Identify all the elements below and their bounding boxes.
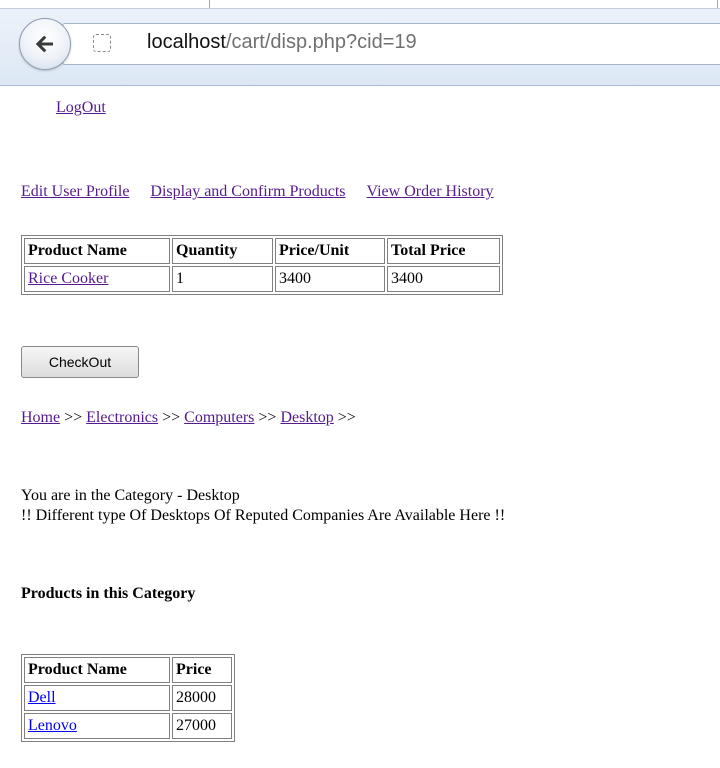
column-header: Product Name [24, 657, 170, 683]
browser-toolbar: localhost/cart/disp.php?cid=19 [0, 0, 720, 86]
product-link-lenovo[interactable]: Lenovo [28, 717, 77, 734]
table-row: Rice Cooker 1 3400 3400 [24, 266, 500, 292]
address-text[interactable]: localhost/cart/disp.php?cid=19 [147, 31, 417, 54]
column-header: Quantity [172, 238, 273, 264]
breadcrumb-separator: >> [337, 409, 356, 426]
table-row: Lenovo 27000 [24, 713, 232, 739]
logout-link[interactable]: LogOut [56, 99, 106, 117]
product-name-cell: Lenovo [24, 713, 170, 739]
breadcrumb-separator: >> [162, 409, 181, 426]
checkout-button[interactable]: CheckOut [21, 346, 139, 378]
column-header: Product Name [24, 238, 170, 264]
back-button[interactable] [19, 18, 71, 70]
column-header: Price [172, 657, 232, 683]
table-header-row: Product Name Price [24, 657, 232, 683]
product-price-cell: 27000 [172, 713, 232, 739]
view-order-history-link[interactable]: View Order History [367, 183, 494, 200]
products-table: Product Name Price Dell 28000 Lenovo 270… [21, 654, 235, 742]
cart-product-cell: Rice Cooker [24, 266, 170, 292]
breadcrumb-separator: >> [64, 409, 83, 426]
product-link-dell[interactable]: Dell [28, 689, 56, 706]
page-icon [93, 34, 111, 52]
product-name-cell: Dell [24, 685, 170, 711]
breadcrumb-electronics[interactable]: Electronics [86, 409, 158, 426]
column-header: Total Price [387, 238, 500, 264]
breadcrumb-desktop[interactable]: Desktop [280, 409, 333, 426]
breadcrumb-computers[interactable]: Computers [184, 409, 254, 426]
category-description: You are in the Category - Desktop !! Dif… [21, 486, 505, 526]
address-bar[interactable]: localhost/cart/disp.php?cid=19 [62, 23, 720, 65]
category-title: You are in the Category - Desktop [21, 487, 240, 504]
breadcrumb-separator: >> [258, 409, 277, 426]
cart-table: Product Name Quantity Price/Unit Total P… [21, 235, 503, 295]
cart-total-cell: 3400 [387, 266, 500, 292]
address-host: localhost [147, 31, 226, 53]
tab-strip [0, 0, 720, 9]
back-arrow-icon [35, 35, 53, 53]
address-path: /cart/disp.php?cid=19 [225, 31, 417, 53]
product-price-cell: 28000 [172, 685, 232, 711]
breadcrumb: Home >> Electronics >> Computers >> Desk… [21, 409, 356, 427]
products-heading: Products in this Category [21, 585, 196, 602]
cart-quantity-cell: 1 [172, 266, 273, 292]
table-header-row: Product Name Quantity Price/Unit Total P… [24, 238, 500, 264]
category-tagline: !! Different type Of Desktops Of Reputed… [21, 507, 506, 524]
table-row: Dell 28000 [24, 685, 232, 711]
cart-product-link[interactable]: Rice Cooker [28, 270, 108, 287]
display-confirm-products-link[interactable]: Display and Confirm Products [150, 183, 345, 200]
cart-price-unit-cell: 3400 [275, 266, 385, 292]
edit-profile-link[interactable]: Edit User Profile [21, 183, 129, 200]
user-nav: Edit User Profile Display and Confirm Pro… [21, 183, 515, 201]
breadcrumb-home[interactable]: Home [21, 409, 60, 426]
column-header: Price/Unit [275, 238, 385, 264]
